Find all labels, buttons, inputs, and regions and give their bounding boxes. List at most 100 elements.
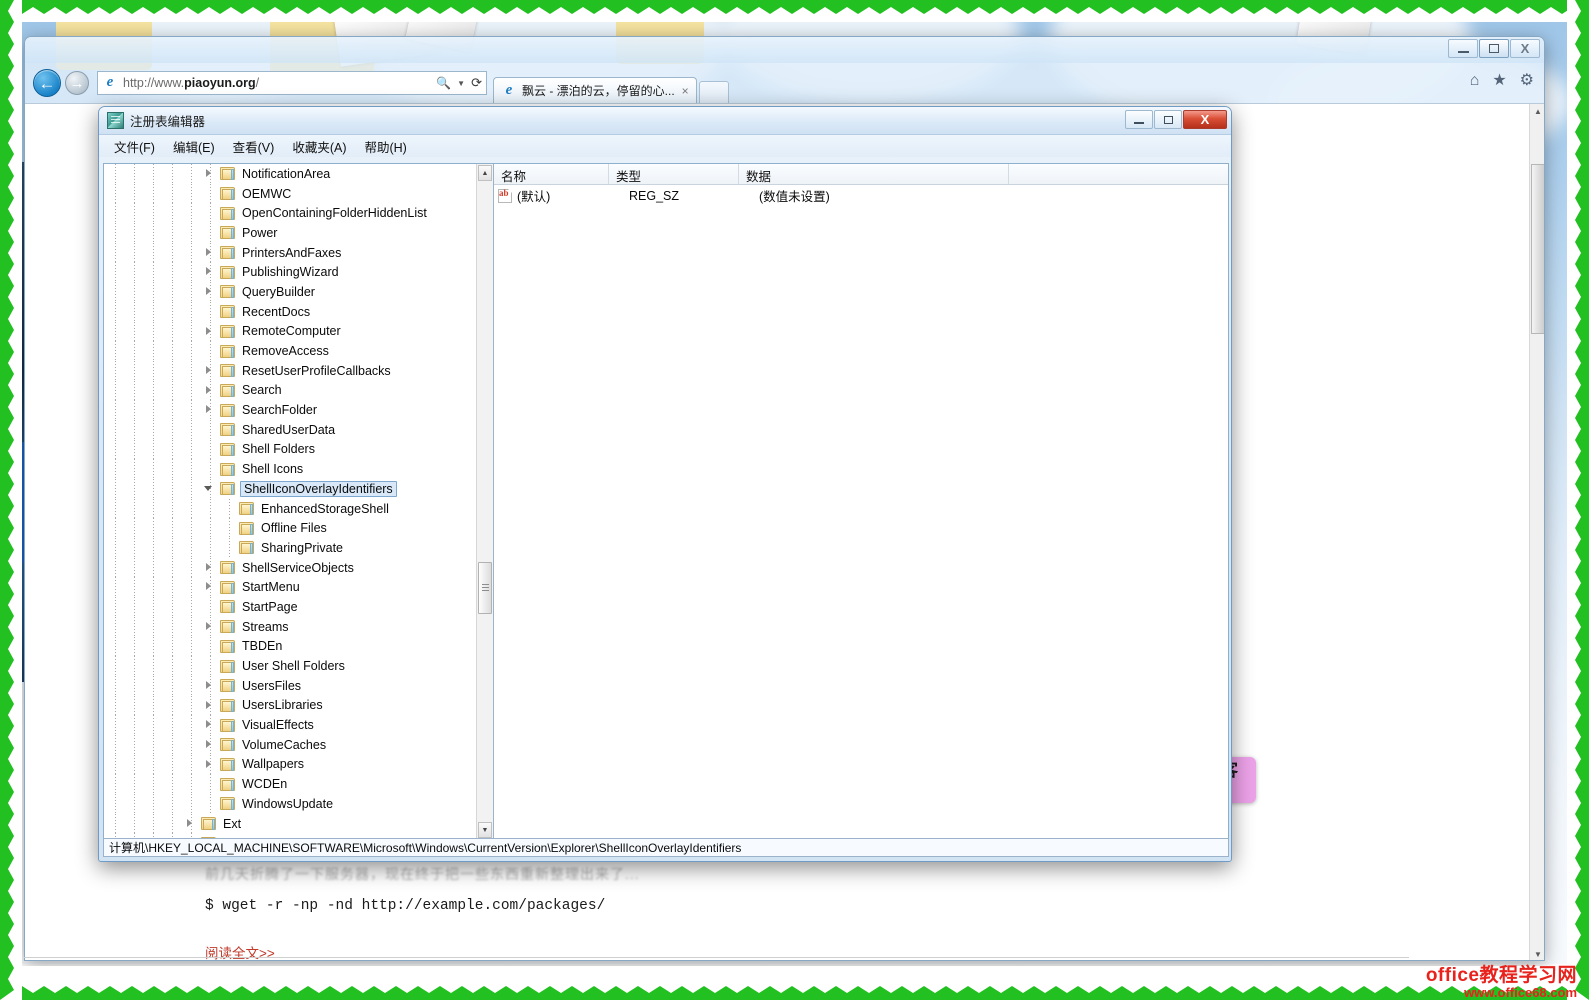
menu-file[interactable]: 文件(F) — [105, 135, 164, 158]
registry-tree-node[interactable]: WCDEn — [104, 774, 476, 794]
chevron-right-icon[interactable] — [203, 385, 214, 396]
registry-tree-node[interactable]: Search — [104, 381, 476, 401]
forward-button[interactable]: → — [65, 71, 89, 95]
chevron-right-icon[interactable] — [203, 719, 214, 730]
tab-close-icon[interactable]: × — [682, 84, 689, 98]
home-icon[interactable]: ⌂ — [1470, 73, 1480, 89]
registry-tree-node[interactable]: Shell Icons — [104, 459, 476, 479]
gear-icon[interactable]: ⚙ — [1520, 73, 1534, 89]
registry-restore-button[interactable] — [1154, 110, 1182, 129]
registry-tree-node[interactable]: TBDEn — [104, 637, 476, 657]
registry-tree-node[interactable]: Offline Files — [104, 518, 476, 538]
column-header-data[interactable]: 数据 — [739, 164, 1009, 184]
chevron-right-icon[interactable] — [203, 266, 214, 277]
registry-tree-node[interactable]: VisualEffects — [104, 715, 476, 735]
chevron-right-icon[interactable] — [203, 759, 214, 770]
browser-vertical-scrollbar[interactable]: ▲ ▼ — [1529, 104, 1545, 961]
browser-tab[interactable]: e 飘云 - 漂泊的云，停留的心... × — [493, 77, 697, 103]
chevron-right-icon[interactable] — [203, 680, 214, 691]
registry-tree-node[interactable]: Wallpapers — [104, 755, 476, 775]
menu-view[interactable]: 查看(V) — [224, 135, 284, 158]
registry-tree-node[interactable]: Ext — [104, 814, 476, 834]
menu-favorites[interactable]: 收藏夹(A) — [283, 135, 355, 158]
chevron-right-icon[interactable] — [203, 562, 214, 573]
chevron-right-icon[interactable] — [203, 247, 214, 258]
registry-tree-node[interactable]: PublishingWizard — [104, 262, 476, 282]
registry-tree-node[interactable]: ShellIconOverlayIdentifiers — [104, 479, 476, 499]
column-header-name[interactable]: 名称 — [494, 164, 609, 184]
registry-tree-node[interactable]: StartPage — [104, 597, 476, 617]
registry-editor-titlebar: 注册表编辑器 X — [99, 107, 1231, 135]
chevron-right-icon[interactable] — [203, 621, 214, 632]
folder-icon — [220, 207, 235, 220]
back-button[interactable]: ← — [33, 69, 61, 97]
tree-scroll-up-icon[interactable]: ▲ — [478, 165, 492, 181]
registry-tree[interactable]: NotificationAreaOEMWCOpenContainingFolde… — [104, 164, 476, 839]
browser-restore-button[interactable] — [1479, 39, 1509, 58]
chevron-right-icon[interactable] — [203, 700, 214, 711]
registry-tree-node[interactable]: ResetUserProfileCallbacks — [104, 361, 476, 381]
chevron-right-icon[interactable] — [203, 404, 214, 415]
registry-tree-node[interactable]: Shell Folders — [104, 440, 476, 460]
tree-guide-line — [134, 341, 135, 361]
scroll-down-icon[interactable]: ▼ — [1531, 948, 1545, 961]
menu-edit[interactable]: 编辑(E) — [164, 135, 224, 158]
registry-tree-node[interactable]: SearchFolder — [104, 400, 476, 420]
registry-tree-node[interactable]: OEMWC — [104, 184, 476, 204]
chevron-right-icon[interactable] — [203, 581, 214, 592]
tree-node-label: RecentDocs — [240, 305, 312, 319]
browser-close-button[interactable]: X — [1510, 39, 1540, 58]
star-icon[interactable]: ★ — [1492, 73, 1506, 89]
scroll-up-icon[interactable]: ▲ — [1531, 105, 1545, 119]
registry-tree-node[interactable]: User Shell Folders — [104, 656, 476, 676]
browser-scrollbar-thumb[interactable] — [1531, 164, 1545, 334]
address-bar[interactable]: e http://www.piaoyun.org/ 🔍 ▼ ⟳ — [97, 71, 487, 95]
chevron-right-icon[interactable] — [203, 326, 214, 337]
tree-scroll-down-icon[interactable]: ▼ — [478, 822, 492, 838]
registry-close-button[interactable]: X — [1183, 110, 1227, 129]
registry-tree-node[interactable]: PrintersAndFaxes — [104, 243, 476, 263]
search-icon[interactable]: 🔍 — [436, 76, 451, 90]
chevron-right-icon[interactable] — [203, 365, 214, 376]
tree-scrollbar-thumb[interactable] — [478, 562, 492, 614]
registry-tree-node[interactable]: EnhancedStorageShell — [104, 499, 476, 519]
tree-indent-guides — [104, 479, 220, 499]
column-header-type[interactable]: 类型 — [609, 164, 739, 184]
tree-guide-line — [115, 499, 116, 519]
registry-tree-node[interactable]: RemoteComputer — [104, 322, 476, 342]
chevron-right-icon[interactable] — [184, 818, 195, 829]
chevron-right-icon[interactable] — [203, 168, 214, 179]
refresh-icon[interactable]: ⟳ — [471, 75, 482, 91]
browser-minimize-button[interactable] — [1448, 39, 1478, 58]
registry-tree-node[interactable]: Streams — [104, 617, 476, 637]
registry-tree-node[interactable]: ShellServiceObjects — [104, 558, 476, 578]
registry-tree-node[interactable]: StartMenu — [104, 577, 476, 597]
tree-guide-line — [191, 361, 192, 381]
new-tab-button[interactable] — [699, 81, 729, 103]
tree-guide-line — [191, 440, 192, 460]
registry-tree-node[interactable]: VolumeCaches — [104, 735, 476, 755]
tree-indent-guides — [104, 696, 220, 716]
registry-tree-node[interactable]: Power — [104, 223, 476, 243]
chevron-right-icon[interactable] — [203, 739, 214, 750]
registry-tree-node[interactable]: SharedUserData — [104, 420, 476, 440]
tree-node-label: RemoveAccess — [240, 344, 331, 358]
registry-tree-node[interactable]: WindowsUpdate — [104, 794, 476, 814]
menu-help[interactable]: 帮助(H) — [355, 135, 415, 158]
registry-tree-node[interactable]: UsersLibraries — [104, 696, 476, 716]
chevron-down-icon[interactable] — [203, 483, 214, 494]
tree-vertical-scrollbar[interactable]: ▲ ▼ — [476, 164, 493, 839]
chevron-down-icon[interactable]: ▼ — [457, 79, 465, 88]
tree-guide-line — [115, 577, 116, 597]
read-more-link[interactable]: 阅读全文>> — [205, 942, 885, 961]
registry-tree-node[interactable]: OpenContainingFolderHiddenList — [104, 203, 476, 223]
registry-tree-node[interactable]: SharingPrivate — [104, 538, 476, 558]
registry-tree-node[interactable]: NotificationArea — [104, 164, 476, 184]
table-row[interactable]: (默认) REG_SZ (数值未设置) — [494, 185, 1228, 206]
registry-tree-node[interactable]: RemoveAccess — [104, 341, 476, 361]
registry-tree-node[interactable]: UsersFiles — [104, 676, 476, 696]
registry-tree-node[interactable]: QueryBuilder — [104, 282, 476, 302]
registry-minimize-button[interactable] — [1125, 110, 1153, 129]
chevron-right-icon[interactable] — [203, 286, 214, 297]
registry-tree-node[interactable]: RecentDocs — [104, 302, 476, 322]
